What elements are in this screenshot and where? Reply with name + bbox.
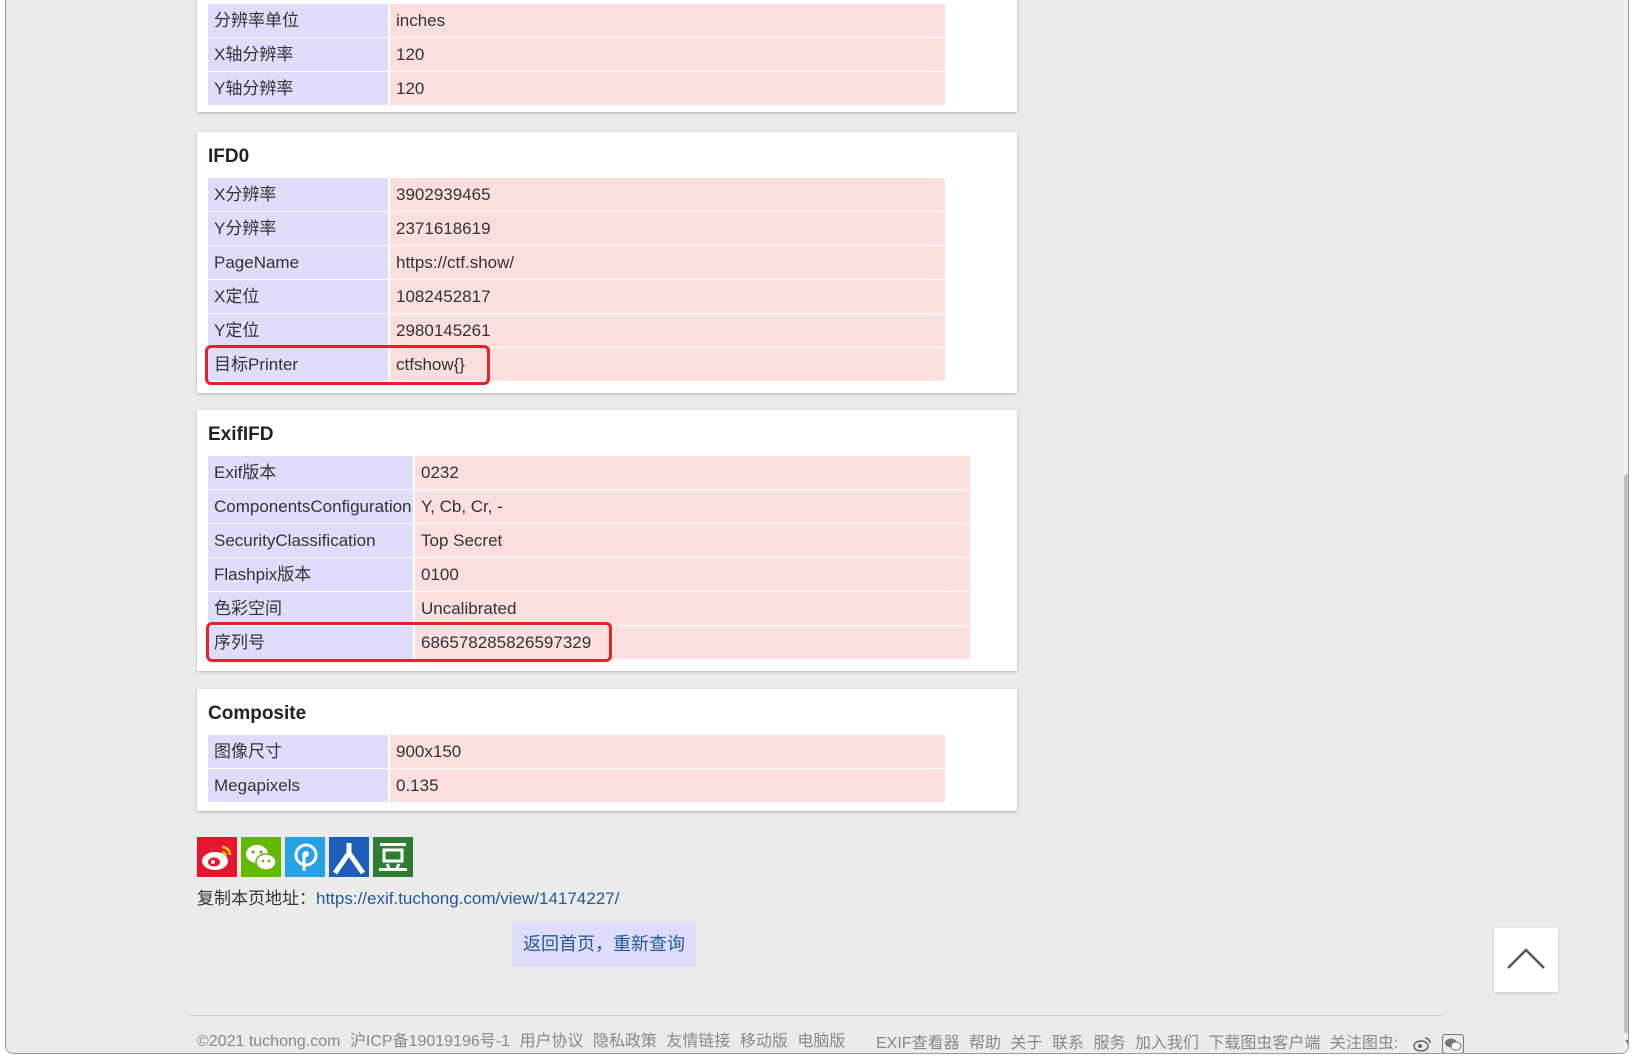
row-value: Uncalibrated xyxy=(415,592,970,625)
printer-highlight-box xyxy=(205,345,490,385)
exififd-card: ExifIFD Exif版本 0232 ComponentsConfigurat… xyxy=(197,410,1017,671)
row-key: Y轴分辨率 xyxy=(208,72,388,105)
row-key: 色彩空间 xyxy=(208,592,413,625)
row-key: X定位 xyxy=(208,280,388,313)
wechat-icon[interactable] xyxy=(241,837,281,877)
row-value: 0.135 xyxy=(390,769,945,802)
copyright-text: ©2021 tuchong.com xyxy=(197,1033,341,1050)
contact-link[interactable]: 联系 xyxy=(1052,1035,1084,1052)
join-us-link[interactable]: 加入我们 xyxy=(1135,1035,1199,1052)
exif-viewer-link[interactable]: EXIF查看器 xyxy=(876,1035,960,1052)
download-client-link[interactable]: 下载图虫客户端 xyxy=(1208,1035,1320,1052)
serial-highlight-box xyxy=(206,622,612,662)
browser-viewport: 分辨率单位 inches X轴分辨率 120 Y轴分辨率 120 IFD0 X分… xyxy=(5,0,1629,1054)
desktop-version-link[interactable]: 电脑版 xyxy=(797,1033,845,1050)
user-agreement-link[interactable]: 用户协议 xyxy=(519,1033,583,1050)
row-key: X分辨率 xyxy=(208,178,388,211)
friend-links-link[interactable]: 友情链接 xyxy=(666,1033,730,1050)
resolution-card: 分辨率单位 inches X轴分辨率 120 Y轴分辨率 120 xyxy=(197,0,1017,112)
row-key: 分辨率单位 xyxy=(208,4,388,37)
wechat-follow-icon[interactable] xyxy=(1442,1033,1465,1054)
row-key: ComponentsConfiguration xyxy=(208,490,413,523)
row-value: 900x150 xyxy=(390,735,945,768)
page-url-link[interactable]: https://exif.tuchong.com/view/14174227/ xyxy=(316,889,619,908)
footer-left: ©2021 tuchong.com 沪ICP备19019196号-1 用户协议 … xyxy=(197,1027,850,1051)
card-title: Composite xyxy=(208,703,307,724)
renren-icon[interactable] xyxy=(329,837,369,877)
douban-icon[interactable] xyxy=(373,837,413,877)
row-value: 0232 xyxy=(415,456,970,489)
row-key: SecurityClassification xyxy=(208,524,413,557)
privacy-policy-link[interactable]: 隐私政策 xyxy=(593,1033,657,1050)
row-key: Flashpix版本 xyxy=(208,558,413,591)
row-key: 图像尺寸 xyxy=(208,735,388,768)
about-link[interactable]: 关于 xyxy=(1011,1035,1043,1052)
row-value: Y, Cb, Cr, - xyxy=(415,490,970,523)
mobile-version-link[interactable]: 移动版 xyxy=(740,1033,788,1050)
scrollbar-thumb[interactable] xyxy=(1624,474,1628,1034)
help-link[interactable]: 帮助 xyxy=(969,1035,1001,1052)
row-key: Exif版本 xyxy=(208,456,413,489)
footer-right: EXIF查看器 帮助 关于 联系 服务 加入我们 下载图虫客户端 关注图虫: xyxy=(876,1029,1465,1054)
weibo-follow-icon[interactable] xyxy=(1412,1035,1432,1053)
row-value: https://ctf.show/ xyxy=(390,246,945,279)
composite-card: Composite 图像尺寸 900x150 Megapixels 0.135 xyxy=(197,689,1017,811)
row-key: Megapixels xyxy=(208,769,388,802)
follow-label: 关注图虫: xyxy=(1329,1035,1399,1052)
scroll-down-arrow[interactable]: ▼ xyxy=(1623,1037,1628,1049)
ifd0-card: IFD0 X分辨率 3902939465 Y分辨率 2371618619 Pag… xyxy=(197,132,1017,393)
copy-link-line: 复制本页地址：https://exif.tuchong.com/view/141… xyxy=(197,884,619,909)
row-key: PageName xyxy=(208,246,388,279)
card-title: ExifIFD xyxy=(208,424,274,445)
row-value: inches xyxy=(390,4,945,37)
card-title: IFD0 xyxy=(208,146,250,167)
row-key: Y定位 xyxy=(208,314,388,347)
row-value: 0100 xyxy=(415,558,970,591)
tuchong-icon[interactable] xyxy=(285,837,325,877)
row-value: 3902939465 xyxy=(390,178,945,211)
row-key: Y分辨率 xyxy=(208,212,388,245)
icp-link[interactable]: 沪ICP备19019196号-1 xyxy=(350,1033,510,1050)
row-value: 1082452817 xyxy=(390,280,945,313)
back-to-top-button[interactable] xyxy=(1494,928,1558,992)
row-value: Top Secret xyxy=(415,524,970,557)
back-home-button[interactable]: 返回首页，重新查询 xyxy=(512,922,696,967)
row-value: 120 xyxy=(390,38,945,71)
row-value: 2980145261 xyxy=(390,314,945,347)
row-value: 2371618619 xyxy=(390,212,945,245)
service-link[interactable]: 服务 xyxy=(1093,1035,1125,1052)
row-key: X轴分辨率 xyxy=(208,38,388,71)
footer-divider xyxy=(188,1015,1444,1016)
chevron-up-icon xyxy=(1507,948,1545,969)
copy-link-label: 复制本页地址： xyxy=(197,889,316,908)
weibo-icon[interactable] xyxy=(197,837,237,877)
row-value: 120 xyxy=(390,72,945,105)
